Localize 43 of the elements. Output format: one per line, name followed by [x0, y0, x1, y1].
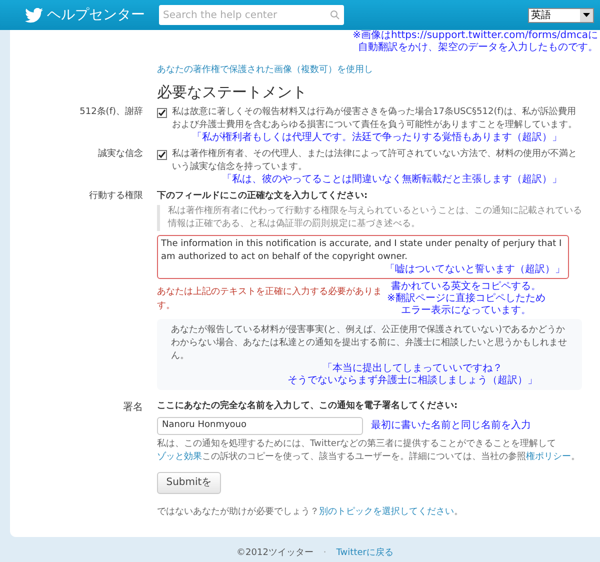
name-field[interactable]: Nanoru Honmyouo [157, 416, 363, 434]
field-value: The information in this notification is accurate, and I state under penalty of perjury that I am authorized to act on behalf of the copyright owner. [161, 238, 563, 264]
copyright-text: ©2012ツイッター [236, 547, 314, 560]
link[interactable]: 別のトピックを選択してください [319, 506, 454, 516]
link[interactable]: ゾッと効果 [157, 452, 202, 462]
submit-button[interactable]: Submitを [157, 472, 221, 494]
site-title: ヘルプセンター [47, 6, 146, 24]
field-label: 512条(f)、謝辞 [78, 106, 143, 118]
annotation-text: そうでないならまず弁護士に相談しましょう（超訳）」 [288, 375, 538, 387]
report-link[interactable]: あなたの著作権で保護された画像（複数可）を使用し [157, 64, 373, 78]
search-field[interactable]: Search the help center [159, 5, 344, 25]
field-label: 署名 [122, 400, 143, 415]
help-text: 私は、この通知を処理するためには、Twitterなどの第三者に提供することができることを理解して ゾッと効果この訴状のコピーを使って、該当するユーザーを。詳細については、当社の参照権ポリシー。 [157, 438, 581, 464]
annotation-text: 「私は、彼のやってることは間違いなく無断転載だと主張します（超訳）」 [221, 174, 563, 186]
bird-logo-icon [25, 8, 43, 22]
annotation-text: 「本当に提出してしまっていいですね？ [322, 363, 502, 374]
field-label: 誠実な信念 [97, 148, 143, 160]
quote-text: 私は著作権所有者に代わって行動する権限を与えられているということは、この通知に記載されている情報は正確である、と私は偽証罪の罰則規定に基づき述べる。 [157, 205, 582, 231]
back-link[interactable]: Twitterに戻る [336, 547, 394, 560]
annotation-text: 「私が権利者もしくは代理人です。法廷で争ったりする覚悟もあります（超訳）」 [191, 132, 563, 144]
instruction-text: ここにあなたの完全な名前を入力して、この通知を電子署名してください: [157, 400, 459, 413]
annotation-text: 最初に書いた名前と同じ名前を入力 [371, 420, 531, 432]
annotation-text: ※画像はhttps://support.twitter.com/forms/dmcaに [352, 30, 598, 42]
annotation-text: エラー表示になっています。 [401, 305, 532, 317]
statement-field[interactable]: The information in this notification is accurate, and I state under penalty of perjury that I am authorized to act on behalf of the copyright owner. 「嘘はついてないと誓います（超訳）」 [157, 235, 569, 279]
info-text: あなたが報告している材料が侵害事実(と、例えば、公正使用で保護されていない)であるかどうかわからない場合、あなたは私達との通知を提出する前に、弁護士に相談したいと思うかもしれません。 [171, 324, 568, 362]
checkbox[interactable] [157, 108, 167, 118]
separator-dot: · [323, 547, 326, 560]
annotation-text: 「嘘はついてないと誓います（超訳）」 [385, 264, 565, 276]
help-line-text: ではないあなたが助けが必要でしょう？別のトピックを選択してください。 [157, 506, 464, 518]
language-select[interactable]: 英語 [528, 8, 594, 22]
instruction-text: 下のフィールドにこの正確な文を入力してください: [157, 190, 369, 202]
statement-text: 私は著作権所有者、その代理人、または法律によって許可されていない方法で、材料の使用が不満という誠実な信念を持っています。 [172, 148, 578, 174]
field-label: 行動する権限 [88, 190, 143, 202]
section-heading: 必要なステートメント [157, 82, 308, 102]
link[interactable]: 権ポリシー [526, 452, 571, 462]
error-message: あなたは上記のテキストを正確に入力する必要があります。 [157, 286, 383, 312]
statement-text: 私は故意に著しくその報告材料又は行為が侵害さきを偽った場合17条USC§512(f)は、私が訴訟費用および弁護士費用を含むあらゆる損害について責任を負う可能性がありますことを理解しています。 [172, 106, 578, 132]
annotation-text: ※翻訳ページに直接コピペしたため [387, 293, 546, 304]
checkbox[interactable] [157, 150, 167, 160]
annotation-text: 書かれている英文をコピペする。 [391, 281, 542, 292]
search-input[interactable]: Search the help center [163, 8, 330, 22]
search-icon [330, 10, 340, 20]
